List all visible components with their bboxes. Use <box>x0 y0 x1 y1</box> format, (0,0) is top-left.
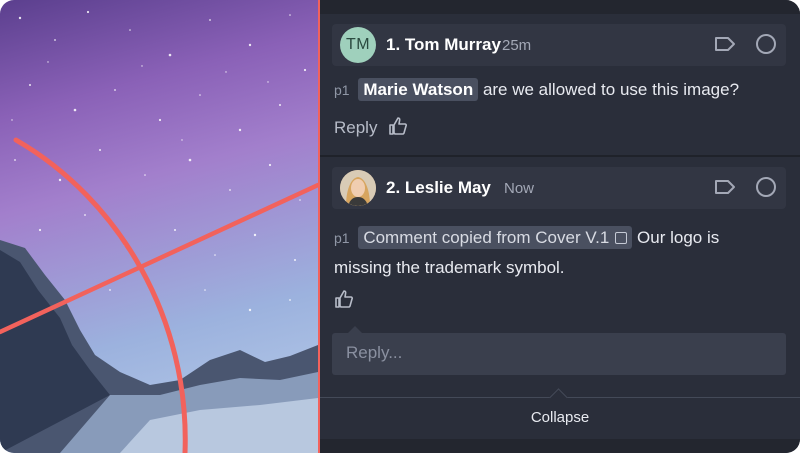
tag-icon[interactable] <box>714 36 736 52</box>
tag-icon[interactable] <box>714 179 736 195</box>
comment-text-line1: Our logo is <box>637 228 720 247</box>
portrait-image <box>340 170 376 206</box>
comment-text: are we allowed to use this image? <box>482 80 740 99</box>
app-frame: TM 1. Tom Murray 25m p1 Marie Watson are… <box>0 0 800 453</box>
comments-panel: TM 1. Tom Murray 25m p1 Marie Watson are… <box>318 0 800 453</box>
circle-icon[interactable] <box>756 177 776 197</box>
comment-text-line2: missing the trademark symbol. <box>334 258 565 277</box>
canvas-image[interactable] <box>0 0 318 453</box>
mention-chip[interactable]: Marie Watson <box>358 78 479 101</box>
reply-link[interactable]: Reply <box>334 118 377 138</box>
comment-time: Now <box>504 180 535 197</box>
thumbs-up-icon[interactable] <box>334 289 354 309</box>
avatar: TM <box>340 27 376 63</box>
thumbs-up-icon[interactable] <box>388 116 408 136</box>
comment-time: 25m <box>502 37 532 54</box>
collapse-label: Collapse <box>530 409 590 426</box>
comment-header: 2. Leslie May Now <box>332 167 786 209</box>
circle-icon[interactable] <box>756 34 776 54</box>
page-tag: p1 <box>334 82 350 98</box>
comment-body: p1 Marie Watson are we allowed to use th… <box>334 75 780 105</box>
avatar <box>340 170 376 206</box>
panel-bottom-strip <box>320 439 800 453</box>
starry-mountain-image <box>0 10 318 453</box>
comment-body: p1 Comment copied from Cover V.1 Our log… <box>334 223 780 282</box>
collapse-button[interactable]: Collapse <box>320 388 800 440</box>
comment-author: 1. Tom Murray <box>386 35 501 54</box>
comment-thread-1[interactable]: TM 1. Tom Murray 25m p1 Marie Watson are… <box>320 14 800 157</box>
page-tag: p1 <box>334 230 350 246</box>
comment-header: TM 1. Tom Murray 25m <box>332 24 786 66</box>
panel-top-strip <box>320 0 800 14</box>
reply-input[interactable]: Reply... <box>332 333 786 375</box>
comment-author: 2. Leslie May <box>386 178 491 197</box>
copied-from-label: Comment copied from Cover V.1 <box>363 228 610 247</box>
reply-box-pointer <box>348 326 362 333</box>
external-link-icon <box>615 232 628 244</box>
copied-from-chip[interactable]: Comment copied from Cover V.1 <box>358 226 633 249</box>
